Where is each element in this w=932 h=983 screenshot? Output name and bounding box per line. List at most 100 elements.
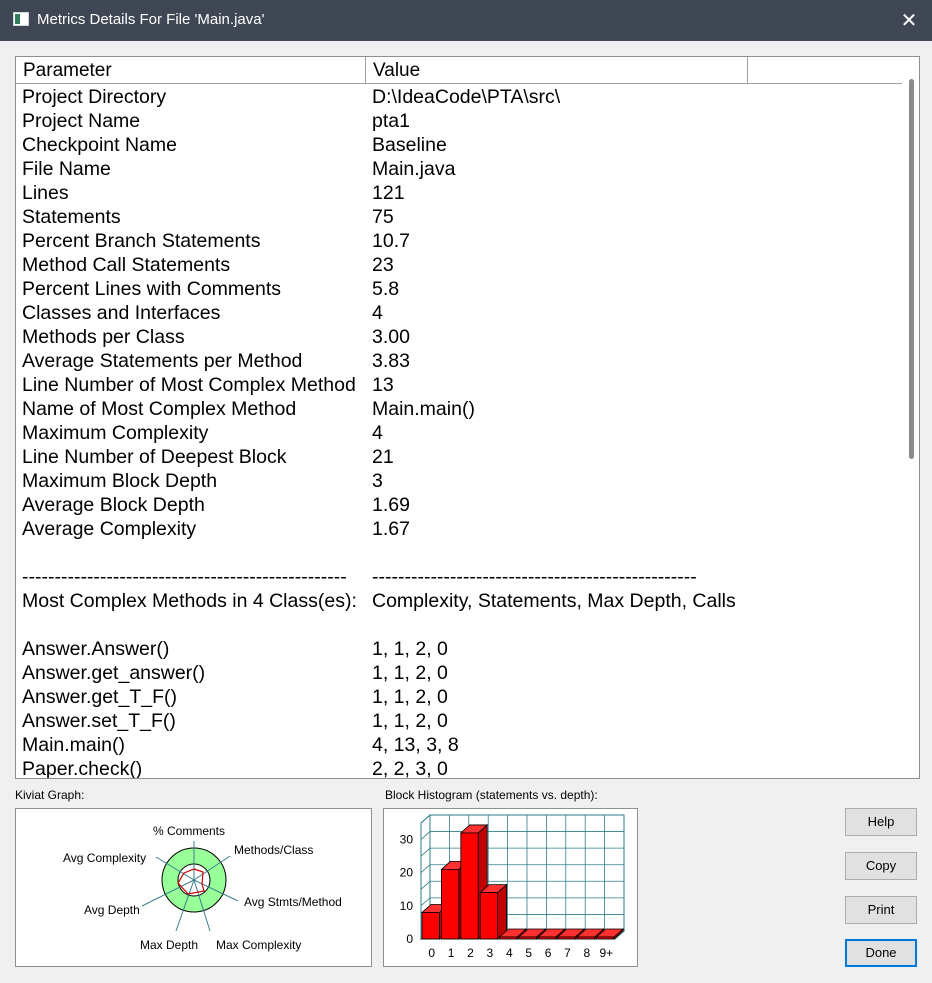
table-row[interactable]: Project Name pta1 [16,109,903,133]
kiviat-axis-label: % Comments [153,824,225,838]
value-cell: 75 [372,206,394,228]
kiviat-graph-svg: % Comments Methods/Class Avg Stmts/Method M… [63,824,342,952]
table-row[interactable]: Average Complexity 1.67 [16,517,903,541]
value-cell: 2, 2, 3, 0 [372,758,448,779]
x-tick-label: 8 [584,946,591,960]
metrics-rows: Project Directory D:\IdeaCode\PTA\src\ Pro… [16,85,903,779]
value-cell: 3.83 [372,350,410,372]
table-row[interactable]: Line Number of Deepest Block 21 [16,445,903,469]
table-row[interactable]: Answer.get_T_F() 1, 1, 2, 0 [16,685,903,709]
parameter-cell: Most Complex Methods in 4 Class(es): [22,590,357,612]
table-row[interactable]: Statements 75 [16,205,903,229]
column-header-empty [748,57,903,84]
y-tick-label: 0 [406,932,413,946]
histogram-bar [421,912,440,940]
parameter-cell: Classes and Interfaces [22,302,221,324]
parameter-cell: Answer.Answer() [22,638,170,660]
parameter-cell: Project Name [22,110,141,132]
table-row[interactable]: Answer.set_T_F() 1, 1, 2, 0 [16,709,903,733]
copy-button[interactable]: Copy [845,852,917,880]
value-cell: 4, 13, 3, 8 [372,734,459,756]
parameter-cell: Answer.get_answer() [22,662,206,684]
table-row[interactable]: Line Number of Most Complex Method 13 [16,373,903,397]
parameter-cell: Main.main() [22,734,125,756]
histogram-bar [499,936,518,940]
scrollbar-thumb[interactable] [909,79,914,459]
value-cell: Main.main() [372,398,475,420]
table-row[interactable]: Lines 121 [16,181,903,205]
table-row[interactable]: Average Statements per Method 3.83 [16,349,903,373]
metrics-list[interactable]: Parameter Value Project Directory D:\Idea… [15,56,920,779]
table-row[interactable]: Method Call Statements 23 [16,253,903,277]
parameter-cell: Paper.check() [22,758,143,779]
table-row[interactable]: Methods per Class 3.00 [16,325,903,349]
value-cell: 1, 1, 2, 0 [372,686,448,708]
kiviat-axis-label: Max Complexity [216,938,301,952]
histogram-bar [518,936,537,940]
parameter-cell: Methods per Class [22,326,185,348]
table-row[interactable] [16,613,903,637]
value-cell: 1, 1, 2, 0 [372,710,448,732]
parameter-cell: Lines [22,182,69,204]
table-row[interactable]: Answer.get_answer() 1, 1, 2, 0 [16,661,903,685]
close-button[interactable]: ✕ [886,0,932,41]
parameter-cell: File Name [22,158,111,180]
kiviat-axis-label: Avg Stmts/Method [244,895,342,909]
block-histogram-label: Block Histogram (statements vs. depth): [385,788,598,802]
value-cell: 4 [372,422,383,444]
help-button[interactable]: Help [845,808,917,836]
table-row[interactable]: Paper.check() 2, 2, 3, 0 [16,757,903,779]
histogram-bar [557,936,576,940]
parameter-cell: Method Call Statements [22,254,231,276]
table-row[interactable]: Answer.Answer() 1, 1, 2, 0 [16,637,903,661]
parameter-cell: Statements [22,206,121,228]
parameter-cell: Percent Branch Statements [22,230,261,252]
done-button[interactable]: Done [845,939,917,967]
parameter-cell: Average Block Depth [22,494,205,516]
print-button[interactable]: Print [845,896,917,924]
x-tick-label: 1 [448,946,455,960]
histogram-bar [441,869,460,940]
x-tick-label: 3 [487,946,494,960]
histogram-bar [596,936,615,940]
parameter-cell: Checkpoint Name [22,134,177,156]
x-tick-label: 5 [525,946,532,960]
table-row[interactable] [16,541,903,565]
value-cell: 3.00 [372,326,410,348]
table-row[interactable]: ----------------------------------------… [16,565,903,589]
table-row[interactable]: Most Complex Methods in 4 Class(es): Comp… [16,589,903,613]
y-tick-label: 20 [400,866,414,880]
vertical-scrollbar[interactable] [902,57,919,778]
kiviat-graph: % Comments Methods/Class Avg Stmts/Method M… [15,808,372,967]
column-header-value[interactable]: Value [366,57,748,84]
kiviat-axis-label: Avg Complexity [63,851,146,865]
table-row[interactable]: Average Block Depth 1.69 [16,493,903,517]
table-row[interactable]: Maximum Complexity 4 [16,421,903,445]
parameter-cell: Answer.set_T_F() [22,710,176,732]
histogram-svg: 01020300 1 2 3 4 5 6 7 8 9+ [400,813,626,960]
column-header-parameter[interactable]: Parameter [16,57,366,84]
value-cell: 1.67 [372,518,410,540]
parameter-cell: Line Number of Most Complex Method [22,374,356,396]
table-row[interactable]: File Name Main.java [16,157,903,181]
parameter-cell: Percent Lines with Comments [22,278,282,300]
value-cell: Main.java [372,158,456,180]
value-cell: 5.8 [372,278,400,300]
value-cell: pta1 [372,110,410,132]
kiviat-axis-label: Avg Depth [84,903,140,917]
table-row[interactable]: Name of Most Complex Method Main.main() [16,397,903,421]
parameter-cell: ----------------------------------------… [22,566,347,588]
table-row[interactable]: Main.main() 4, 13, 3, 8 [16,733,903,757]
table-row[interactable]: Checkpoint Name Baseline [16,133,903,157]
table-row[interactable]: Classes and Interfaces 4 [16,301,903,325]
table-row[interactable]: Percent Branch Statements 10.7 [16,229,903,253]
table-row[interactable]: Project Directory D:\IdeaCode\PTA\src\ [16,85,903,109]
value-cell: 21 [372,446,394,468]
value-cell: 10.7 [372,230,410,252]
y-tick-label: 10 [400,899,414,913]
kiviat-axis-label: Max Depth [140,938,198,952]
parameter-cell: Maximum Complexity [22,422,209,444]
value-cell: Baseline [372,134,447,156]
table-row[interactable]: Maximum Block Depth 3 [16,469,903,493]
table-row[interactable]: Percent Lines with Comments 5.8 [16,277,903,301]
